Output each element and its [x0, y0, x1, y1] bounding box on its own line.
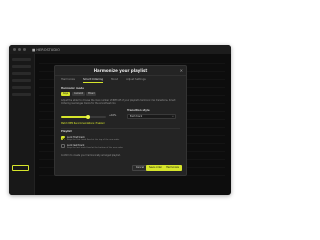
settings-description: Adjust the slider to choose the max numb… — [61, 99, 176, 105]
mode-option-camelot[interactable]: Camelot — [72, 92, 86, 96]
transition-style-value: Each track — [130, 115, 143, 118]
app-logo: ■ HEROSTUDIO — [32, 47, 60, 52]
close-icon[interactable]: ✕ — [180, 68, 183, 73]
app-sidebar — [9, 54, 35, 195]
tab-smart-ordering[interactable]: Smart Ordering — [83, 78, 104, 83]
modal-title: Harmonize your playlist — [93, 68, 148, 73]
bpm-slider[interactable] — [61, 114, 106, 119]
harmonic-mode-label: Harmonic mode — [61, 87, 84, 90]
sidebar-item[interactable] — [12, 65, 31, 68]
sidebar-item[interactable] — [12, 72, 31, 75]
window-controls — [13, 48, 26, 51]
tab-adjust-settings[interactable]: Adjust Settings — [126, 78, 146, 83]
footer-note: Confirm to create your harmonically arra… — [61, 154, 121, 157]
playlist-section-label: Playlist — [61, 130, 72, 133]
transition-style-select[interactable]: Each track ▾ — [127, 114, 176, 119]
sidebar-action-button[interactable] — [12, 165, 29, 171]
mode-option-keys[interactable]: Keys — [61, 92, 71, 96]
minimize-window-dot[interactable] — [18, 48, 21, 51]
modal-header: Harmonize your playlist ✕ — [55, 66, 186, 76]
lock-last-subtitle: Keep the last track fixed at the bottom … — [67, 147, 123, 149]
bpm-slider-value: +10% — [109, 114, 117, 117]
transition-style-label: Transition style — [127, 109, 150, 112]
section-divider — [61, 128, 180, 129]
bpm-slider-handle[interactable] — [86, 114, 90, 119]
harmonize-button[interactable]: Harmonize — [163, 165, 182, 171]
harmonize-modal: Harmonize your playlist ✕ Harmonize Smar… — [54, 65, 187, 176]
mode-option-mixed[interactable]: Mixed — [86, 92, 97, 96]
sidebar-item[interactable] — [12, 86, 31, 89]
bpm-slider-fill — [61, 116, 88, 118]
sidebar-item[interactable] — [12, 93, 31, 96]
chevron-down-icon: ▾ — [172, 115, 174, 118]
tab-mood[interactable]: Mood — [111, 78, 118, 83]
tab-harmonize[interactable]: Harmonize — [61, 78, 75, 83]
sidebar-item[interactable] — [12, 58, 31, 61]
close-window-dot[interactable] — [13, 48, 16, 51]
app-topbar: ■ HEROSTUDIO — [9, 45, 231, 54]
lock-first-checkbox[interactable] — [61, 136, 65, 140]
lock-first-subtitle: Keep the first track fixed at the top of… — [67, 139, 120, 141]
preset-note: Match BPM Recommendations: Enabled — [61, 122, 105, 125]
modal-tabs: Harmonize Smart Ordering Mood Adjust Set… — [61, 78, 146, 83]
sidebar-item[interactable] — [12, 79, 31, 82]
lock-last-checkbox[interactable] — [61, 144, 65, 148]
maximize-window-dot[interactable] — [23, 48, 26, 51]
